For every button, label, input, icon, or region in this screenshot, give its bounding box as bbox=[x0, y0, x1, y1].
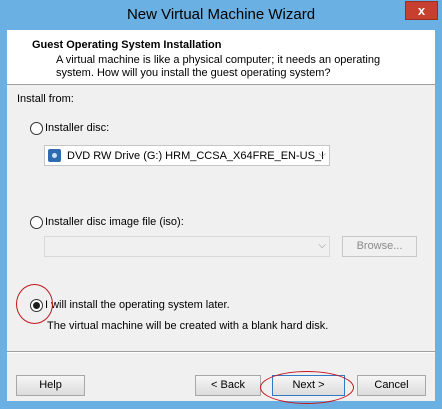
page-description: A virtual machine is like a physical com… bbox=[56, 54, 381, 79]
chevron-down-icon: ⌵ bbox=[318, 149, 326, 160]
installer-disc-label[interactable]: Installer disc: bbox=[45, 122, 109, 134]
install-later-note: The virtual machine will be created with… bbox=[47, 320, 329, 332]
wizard-client-area: Guest Operating System Installation A vi… bbox=[7, 30, 435, 404]
iso-path-select[interactable]: ⌵ bbox=[44, 236, 330, 257]
cancel-button[interactable]: Cancel bbox=[357, 375, 426, 396]
drive-select-value: DVD RW Drive (G:) HRM_CCSA_X64FRE_EN-US_… bbox=[67, 150, 323, 162]
install-later-label[interactable]: I will install the operating system late… bbox=[45, 299, 230, 311]
back-button[interactable]: < Back bbox=[195, 375, 261, 396]
chevron-down-icon: ⌵ bbox=[318, 240, 326, 251]
title-bar[interactable]: New Virtual Machine Wizard x bbox=[0, 0, 442, 30]
install-from-label: Install from: bbox=[17, 93, 74, 105]
page-title: Guest Operating System Installation bbox=[32, 39, 222, 51]
close-button[interactable]: x bbox=[405, 1, 438, 20]
drive-select[interactable]: DVD RW Drive (G:) HRM_CCSA_X64FRE_EN-US_… bbox=[44, 145, 330, 166]
help-button[interactable]: Help bbox=[16, 375, 85, 396]
annotation-circle-radio bbox=[16, 284, 53, 324]
dvd-drive-icon bbox=[48, 149, 61, 162]
iso-file-radio[interactable] bbox=[30, 216, 43, 229]
wizard-header: Guest Operating System Installation A vi… bbox=[7, 30, 435, 85]
footer-separator bbox=[7, 351, 435, 353]
installer-disc-radio[interactable] bbox=[30, 122, 43, 135]
window-title: New Virtual Machine Wizard bbox=[126, 6, 316, 23]
annotation-circle-next bbox=[260, 371, 354, 404]
browse-button[interactable]: Browse... bbox=[342, 236, 417, 257]
wizard-window: New Virtual Machine Wizard x Guest Opera… bbox=[0, 0, 442, 409]
iso-file-label[interactable]: Installer disc image file (iso): bbox=[45, 216, 184, 228]
